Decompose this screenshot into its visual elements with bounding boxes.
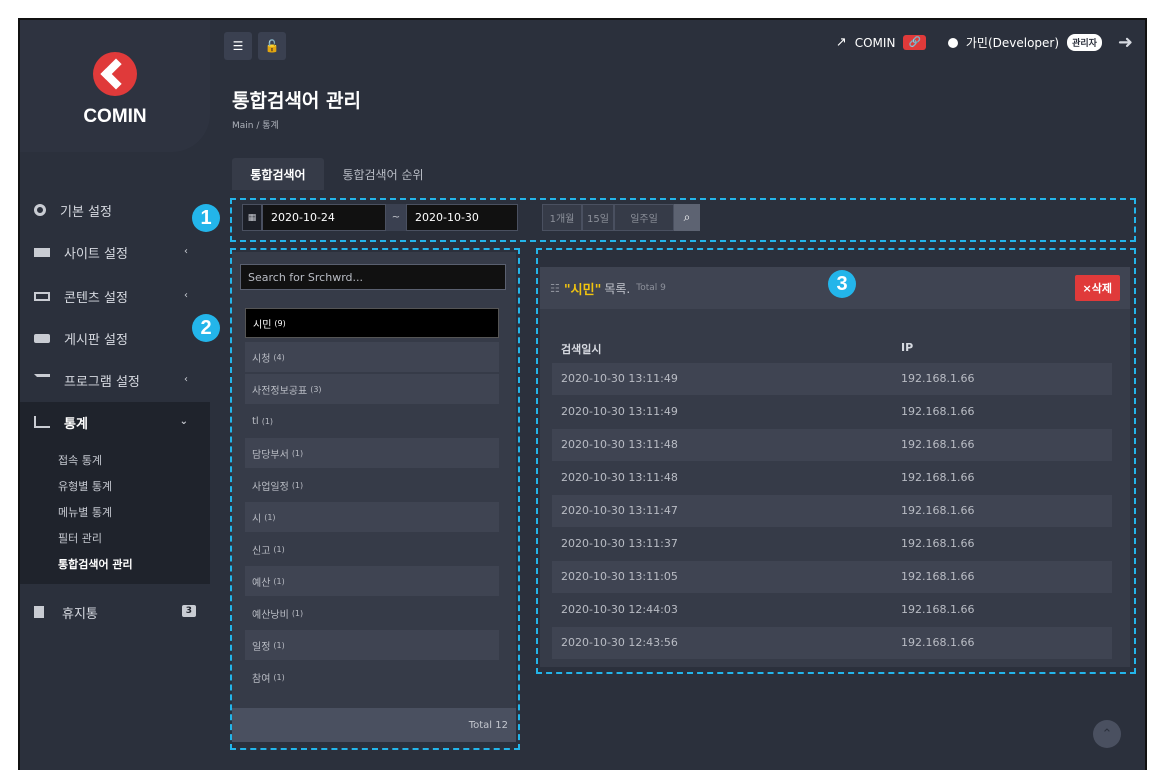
site-link[interactable]: COMIN <box>855 36 896 50</box>
annotation-box-filter <box>230 198 1136 242</box>
sidebar-item-label: 게시판 설정 <box>64 332 128 348</box>
server-icon <box>34 247 50 257</box>
window-icon <box>34 291 50 301</box>
unlock-icon: 🔓 <box>264 39 280 53</box>
sidebar-item-label: 통계 <box>64 416 88 432</box>
user-icon <box>947 37 958 48</box>
annotation-box-log <box>536 248 1136 674</box>
submenu-item-access-stats[interactable]: 접속 통계 <box>58 452 102 468</box>
tab-search-terms[interactable]: 통합검색어 <box>232 158 324 190</box>
chevron-left-icon: ‹ <box>184 290 188 301</box>
sidebar-item-label: 사이트 설정 <box>64 246 128 262</box>
scroll-top-icon[interactable]: ⌃ <box>1093 720 1121 748</box>
user-name[interactable]: 가민(Developer) <box>966 34 1059 51</box>
breadcrumb[interactable]: Main / 통계 <box>232 118 279 131</box>
callout-number: 3 <box>828 270 856 298</box>
brand-block: COMIN <box>20 20 210 152</box>
external-link-icon[interactable]: ↗ <box>836 35 847 50</box>
trash-count-badge: 3 <box>181 605 196 617</box>
area-chart-icon <box>34 416 50 428</box>
chevron-down-icon: ⌄ <box>179 416 188 427</box>
gear-icon <box>34 204 46 216</box>
chevron-left-icon: ‹ <box>184 246 188 257</box>
tab-search-ranking[interactable]: 통합검색어 순위 <box>328 158 438 190</box>
sidebar-item-label: 기본 설정 <box>60 204 112 220</box>
menu-toggle-button[interactable]: ☰ <box>224 32 252 60</box>
callout-number: 1 <box>192 204 220 232</box>
callout-number: 2 <box>192 314 220 342</box>
topbar-right: ↗ COMIN 🔗 가민(Developer) 관리자 ➜ <box>836 32 1133 53</box>
submenu-item-type-stats[interactable]: 유형별 통계 <box>58 478 112 494</box>
page-title: 통합검색어 관리 <box>232 90 361 112</box>
submenu-item-search-terms[interactable]: 통합검색어 관리 <box>58 556 133 572</box>
link-icon[interactable]: 🔗 <box>903 35 926 50</box>
lock-button[interactable]: 🔓 <box>258 32 286 60</box>
role-badge: 관리자 <box>1067 34 1102 51</box>
sidebar-item-label: 프로그램 설정 <box>64 374 140 390</box>
sidebar-item-statistics[interactable]: 통계 ⌄ <box>20 402 210 442</box>
sidebar-item-trash[interactable]: 휴지통 3 <box>20 592 210 632</box>
brand-name: COMIN <box>83 106 147 127</box>
sidebar-item-basic-settings[interactable]: 기본 설정 <box>20 190 210 230</box>
sidebar: COMIN 기본 설정 사이트 설정 ‹ 콘텐츠 설정 ‹ 게시판 설정 프로그… <box>20 20 210 770</box>
brand-logo-icon[interactable] <box>93 52 137 96</box>
logout-icon[interactable]: ➜ <box>1118 32 1133 53</box>
sidebar-item-site-settings[interactable]: 사이트 설정 ‹ <box>20 232 210 272</box>
chevron-left-icon: ‹ <box>184 374 188 385</box>
trash-icon <box>34 606 44 618</box>
main-content: ☰ 🔓 ↗ COMIN 🔗 가민(Developer) 관리자 ➜ 통합검색어 … <box>192 20 1145 770</box>
sidebar-item-program-settings[interactable]: 프로그램 설정 ‹ <box>20 360 210 400</box>
sitemap-icon <box>34 374 50 386</box>
sidebar-item-label: 콘텐츠 설정 <box>64 290 128 306</box>
statistics-submenu: 접속 통계 유형별 통계 메뉴별 통계 필터 관리 통합검색어 관리 <box>20 442 210 584</box>
sidebar-item-board-settings[interactable]: 게시판 설정 <box>20 318 210 358</box>
app-window: COMIN 기본 설정 사이트 설정 ‹ 콘텐츠 설정 ‹ 게시판 설정 프로그… <box>18 18 1147 770</box>
sidebar-item-label: 휴지통 <box>62 606 98 622</box>
submenu-item-menu-stats[interactable]: 메뉴별 통계 <box>58 504 112 520</box>
sidebar-item-content-settings[interactable]: 콘텐츠 설정 ‹ <box>20 276 210 316</box>
submenu-item-filter[interactable]: 필터 관리 <box>58 530 102 546</box>
comments-icon <box>34 333 50 343</box>
list-icon: ☰ <box>232 39 244 53</box>
annotation-box-keywords <box>230 248 520 750</box>
